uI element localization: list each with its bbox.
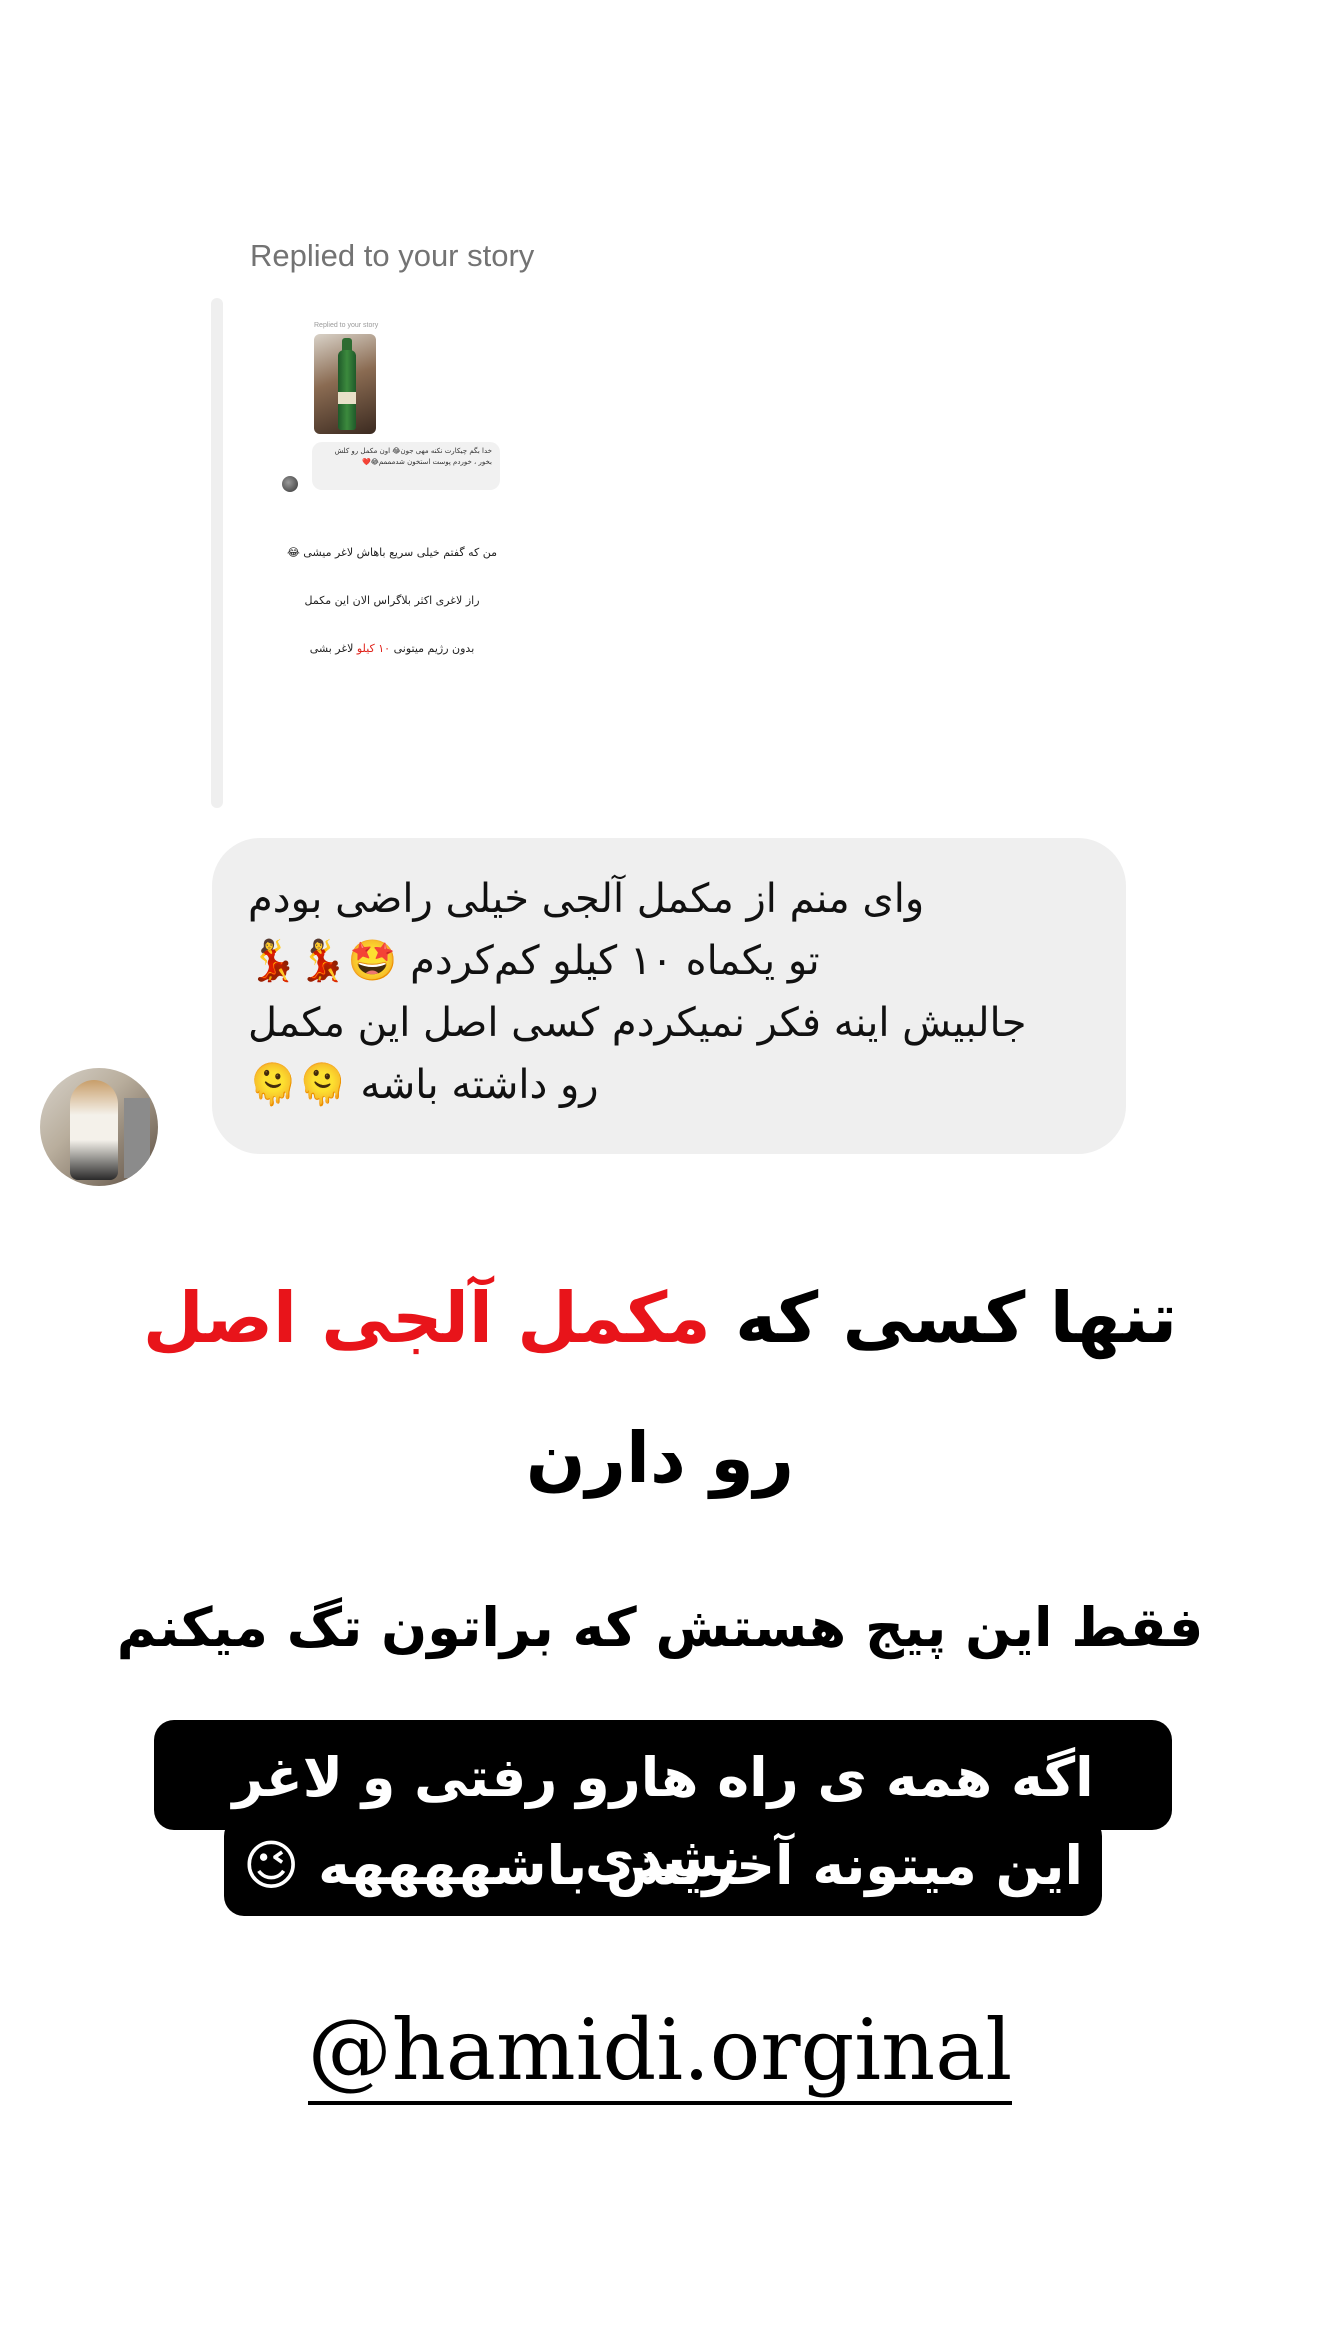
subline: فقط این پیج هستش که براتون تگ میکنم bbox=[116, 1596, 1204, 1659]
headline-part-2: رو دارن bbox=[525, 1417, 795, 1499]
headline-part-1: تنها کسی که bbox=[710, 1277, 1178, 1359]
mini-replied-label: Replied to your story bbox=[314, 322, 379, 329]
highlight-line-2: این میتونه آخریش باشههههه 😉 bbox=[243, 1834, 1083, 1897]
message-bubble[interactable]: وای منم از مکمل آلجی خیلی راضی بودم تو ی… bbox=[212, 838, 1126, 1154]
message-line-2: تو یکماه ۱۰ کیلو کم‌کردم 🤩💃💃 bbox=[248, 938, 820, 984]
story-text-line-2: راز لاغری اکثر بلاگراس الان این مکمل bbox=[304, 594, 480, 607]
mention-handle-text[interactable]: @hamidi.orginal bbox=[307, 2001, 1013, 2105]
bottle-label-shape bbox=[338, 392, 356, 404]
replied-to-story-label: Replied to your story bbox=[250, 238, 535, 273]
mention-handle[interactable]: @hamidi.orginal bbox=[60, 1990, 1260, 2110]
message-text: وای منم از مکمل آلجی خیلی راضی بودم تو ی… bbox=[248, 868, 1098, 1116]
avatar-figure-shape bbox=[70, 1080, 118, 1180]
story-text-line-3: بدون رژیم میتونی ۱۰ کیلو لاغر بشی bbox=[272, 642, 512, 655]
message-line-3: جالبیش اینه فکر نمیکردم کسی اصل این مکمل bbox=[248, 1000, 1027, 1046]
story-line-3-part1: بدون رژیم میتونی bbox=[393, 642, 475, 655]
story-line-3-part2: لاغر بشی bbox=[309, 642, 354, 655]
headline-highlight: مکمل آلجی اصل bbox=[142, 1277, 711, 1359]
message-line-4: رو داشته باشه 🫠🫠 bbox=[248, 1062, 599, 1108]
story-preview[interactable]: Replied to your story خدا بگم چیکارت نکن… bbox=[272, 318, 532, 670]
sender-avatar[interactable] bbox=[40, 1068, 158, 1186]
story-photo bbox=[314, 334, 376, 434]
story-line-3-red: ۱۰ کیلو bbox=[356, 642, 391, 655]
headline: تنها کسی که مکمل آلجی اصل رو دارن bbox=[60, 1248, 1260, 1528]
bottle-shape bbox=[338, 350, 356, 430]
message-line-1: وای منم از مکمل آلجی خیلی راضی بودم bbox=[248, 876, 925, 922]
mini-message-bubble: خدا بگم چیکارت نکنه مهی جون😂 اون مکمل رو… bbox=[312, 442, 500, 490]
story-text-line-1: من که گفتم خیلی سریع باهاش لاغر میشی 😂 bbox=[286, 546, 498, 559]
mini-avatar bbox=[282, 476, 298, 492]
quote-bar bbox=[211, 298, 223, 808]
avatar-background-shape bbox=[124, 1098, 150, 1178]
